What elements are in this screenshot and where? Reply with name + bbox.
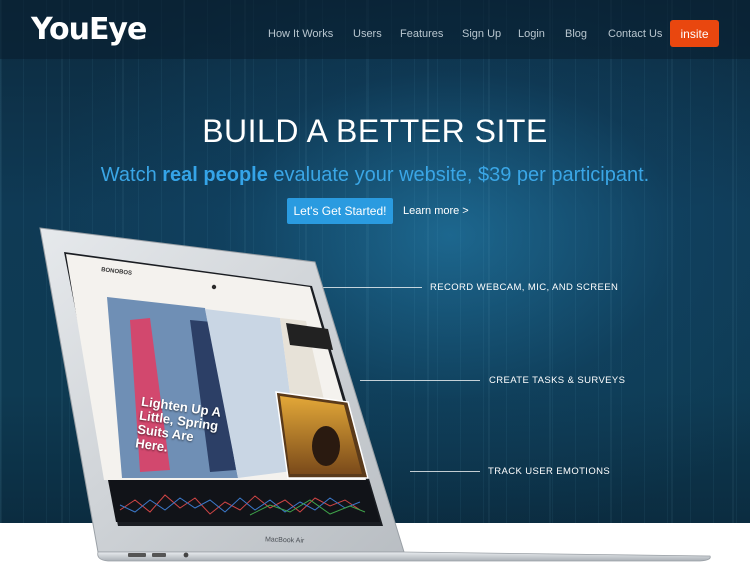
laptop-illustration [39,227,711,562]
webcam-person [312,426,340,466]
laptop-brand-label: MacBook Air [264,536,305,545]
thunderbolt-port-icon [152,553,166,557]
site-promo-text: Lighten Up A Little, Spring Suits Are He… [134,393,222,455]
laptop-base [97,551,711,562]
usb-port-icon [128,553,146,557]
audio-jack-icon [183,552,189,558]
camera-icon [211,284,217,290]
